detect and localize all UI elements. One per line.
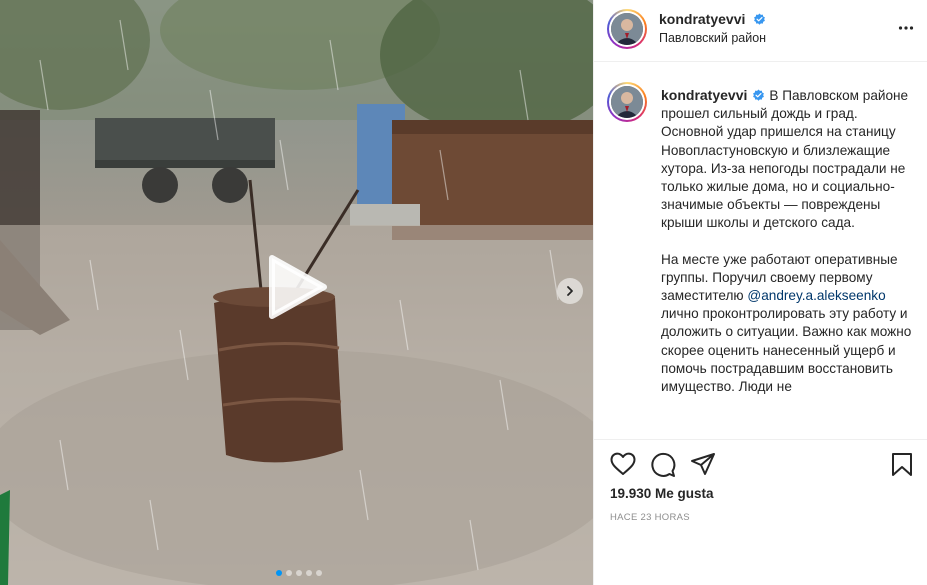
- like-button[interactable]: [610, 452, 636, 481]
- carousel-indicator: [276, 570, 322, 576]
- avatar-photo: [611, 86, 643, 118]
- author-username[interactable]: kondratyevvi: [659, 11, 745, 27]
- caption-paragraph-2-end: лично проконтролировать эту работу и дол…: [661, 306, 912, 395]
- more-options-button[interactable]: [898, 20, 914, 41]
- caption-avatar[interactable]: [607, 82, 647, 122]
- chevron-right-icon: [567, 286, 573, 296]
- post-media[interactable]: [0, 0, 593, 585]
- post-timestamp[interactable]: HACE 23 HORAS: [610, 512, 690, 523]
- comment-icon: [651, 452, 676, 477]
- carousel-dot: [276, 570, 282, 576]
- post-location[interactable]: Павловский район: [659, 31, 766, 45]
- carousel-dot: [316, 570, 322, 576]
- post-header: kondratyevvi Павловский район: [594, 0, 927, 62]
- save-button[interactable]: [891, 452, 913, 482]
- carousel-dot: [296, 570, 302, 576]
- user-mention-link[interactable]: @andrey.a.alekseenko: [747, 288, 885, 303]
- play-icon: [269, 255, 327, 319]
- play-button[interactable]: [262, 252, 332, 322]
- paper-plane-icon: [691, 453, 715, 475]
- carousel-dot: [286, 570, 292, 576]
- carousel-next-button[interactable]: [557, 278, 583, 304]
- caption-author-username[interactable]: kondratyevvi: [661, 87, 747, 103]
- likes-count[interactable]: 19.930 Me gusta: [610, 486, 714, 501]
- more-horizontal-icon: [898, 26, 914, 30]
- post-caption: kondratyevvi В Павловском районе прошел …: [661, 86, 913, 396]
- verified-badge-icon: [753, 13, 765, 25]
- heart-icon: [610, 452, 636, 475]
- share-button[interactable]: [690, 452, 716, 481]
- post-sidebar: kondratyevvi Павловский район kondratyev…: [593, 0, 927, 585]
- bookmark-icon: [892, 453, 912, 476]
- carousel-dot: [306, 570, 312, 576]
- comment-button[interactable]: [650, 452, 676, 483]
- post-actions: 19.930 Me gusta HACE 23 HORAS: [594, 440, 927, 585]
- verified-badge-icon: [753, 89, 765, 101]
- avatar-photo: [611, 13, 643, 45]
- avatar[interactable]: [607, 9, 647, 49]
- comments-section[interactable]: kondratyevvi В Павловском районе прошел …: [594, 62, 927, 440]
- caption-paragraph-1: В Павловском районе прошел сильный дождь…: [661, 88, 909, 231]
